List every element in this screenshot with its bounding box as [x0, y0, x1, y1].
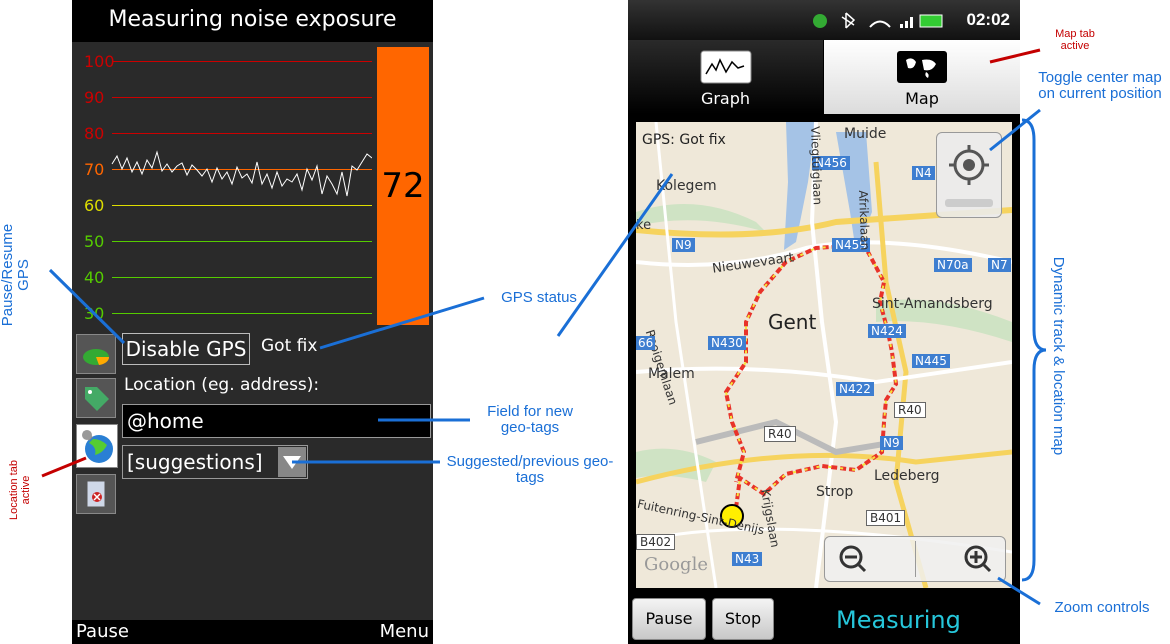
annotation-toggle-center: Toggle center map on current position	[1038, 69, 1162, 102]
annotation-location-tab: Location tab active	[8, 460, 32, 520]
annotation-lines	[41, 48, 1047, 606]
annotation-field-new-geotags: Field for new geo-tags	[487, 403, 573, 436]
annotation-gps-status: GPS status	[501, 289, 577, 306]
annotation-suggested-geotags: Suggested/previous geo-tags	[446, 453, 614, 486]
annotation-dynamic-track: Dynamic track & location map	[1050, 256, 1067, 456]
annotation-pause-resume-gps: Pause/Resume GPS	[0, 223, 32, 327]
annotation-zoom-controls: Zoom controls	[1054, 599, 1150, 616]
annotation-map-tab-active: Map tab active	[1055, 28, 1095, 52]
